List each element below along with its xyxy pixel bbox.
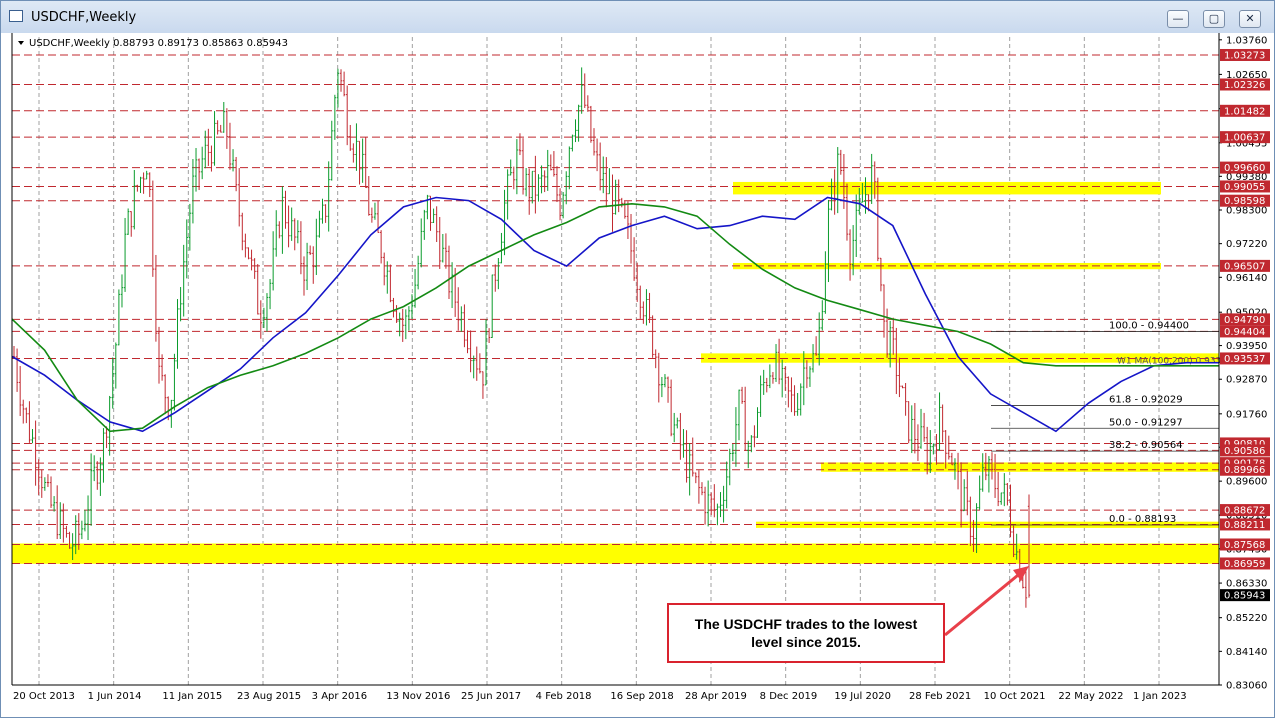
price-tag-label: 0.96507 (1224, 261, 1265, 272)
x-tick-label: 20 Oct 2013 (13, 691, 75, 702)
y-tick-label: 0.93950 (1226, 341, 1267, 352)
x-tick-label: 22 May 2022 (1058, 691, 1123, 702)
x-tick-label: 13 Nov 2016 (386, 691, 450, 702)
minimize-button[interactable]: — (1167, 10, 1189, 28)
x-tick-label: 11 Jan 2015 (162, 691, 222, 702)
price-tag-label: 0.99055 (1224, 182, 1265, 193)
price-tag-label: 0.86959 (1224, 559, 1265, 570)
x-tick-label: 28 Feb 2021 (909, 691, 971, 702)
price-tag-label: 1.00637 (1224, 133, 1265, 144)
price-tag-label: 0.88672 (1224, 506, 1265, 517)
x-tick-label: 1 Jan 2023 (1133, 691, 1187, 702)
y-tick-label: 0.91760 (1226, 409, 1267, 420)
x-tick-label: 19 Jul 2020 (834, 691, 891, 702)
y-tick-label: 0.97220 (1226, 239, 1267, 250)
y-tick-label: 0.83060 (1226, 681, 1267, 692)
price-tag-label: 1.02326 (1224, 80, 1265, 91)
price-tag-label: 0.87568 (1224, 540, 1265, 551)
price-tag-label: 0.99660 (1224, 163, 1265, 174)
chart-header: USDCHF,Weekly 0.88793 0.89173 0.85863 0.… (29, 38, 288, 49)
fib-level-label: 61.8 - 0.92029 (1109, 394, 1183, 405)
annotation-callout: The USDCHF trades to the lowest level si… (667, 603, 945, 663)
price-chart[interactable]: 100.0 - 0.94400 61.8 - 0.92029 50.0 - 0.91… (1, 33, 1274, 717)
price-tag-label: 1.01482 (1224, 106, 1265, 117)
maximize-button[interactable]: ▢ (1203, 10, 1225, 28)
y-tick-label: 0.86330 (1226, 579, 1267, 590)
fib-level-label: 100.0 - 0.94400 (1109, 321, 1189, 332)
x-tick-label: 1 Jun 2014 (88, 691, 142, 702)
price-tag-label: 1.03273 (1224, 50, 1265, 61)
price-tag-label: 0.94790 (1224, 315, 1265, 326)
price-tag-label: 0.89966 (1224, 465, 1265, 476)
ma-overlay-label: W1 MA(100,200) 0.93345 (1117, 356, 1233, 366)
x-tick-label: 4 Feb 2018 (536, 691, 592, 702)
price-tag-label: 0.98598 (1224, 196, 1265, 207)
y-tick-label: 0.85220 (1226, 613, 1267, 624)
current-price-label: 0.85943 (1224, 591, 1265, 602)
x-tick-label: 8 Dec 2019 (760, 691, 818, 702)
chart-window-icon (9, 10, 23, 22)
support-resistance-zone (821, 462, 1219, 472)
chart-window: USDCHF,Weekly — ▢ ✕ 100.0 - 0.94400 61.8 … (0, 0, 1275, 718)
price-tag-label: 0.88211 (1224, 520, 1265, 531)
y-tick-label: 1.03760 (1226, 35, 1267, 46)
close-button[interactable]: ✕ (1239, 10, 1261, 28)
x-tick-label: 3 Apr 2016 (312, 691, 367, 702)
price-tag-label: 0.90586 (1224, 446, 1265, 457)
title-bar[interactable]: USDCHF,Weekly — ▢ ✕ (1, 1, 1274, 33)
y-tick-label: 0.89600 (1226, 477, 1267, 488)
x-tick-label: 16 Sep 2018 (610, 691, 673, 702)
support-resistance-zone (733, 181, 1161, 195)
window-title: USDCHF,Weekly (31, 10, 137, 25)
y-tick-label: 0.92870 (1226, 375, 1267, 386)
x-tick-label: 10 Oct 2021 (984, 691, 1046, 702)
x-tick-label: 25 Jun 2017 (461, 691, 521, 702)
fib-level-label: 0.0 - 0.88193 (1109, 514, 1176, 525)
price-tag-label: 0.94404 (1224, 327, 1265, 338)
fib-level-label: 50.0 - 0.91297 (1109, 417, 1183, 428)
y-tick-label: 0.84140 (1226, 647, 1267, 658)
price-tag-label: 0.93537 (1224, 354, 1265, 365)
support-resistance-zone (12, 543, 1219, 564)
x-tick-label: 28 Apr 2019 (685, 691, 747, 702)
y-tick-label: 0.96140 (1226, 273, 1267, 284)
annotation-text: The USDCHF trades to the lowest level si… (694, 616, 918, 650)
fib-level-label: 38.2 - 0.90564 (1109, 440, 1183, 451)
x-tick-label: 23 Aug 2015 (237, 691, 301, 702)
